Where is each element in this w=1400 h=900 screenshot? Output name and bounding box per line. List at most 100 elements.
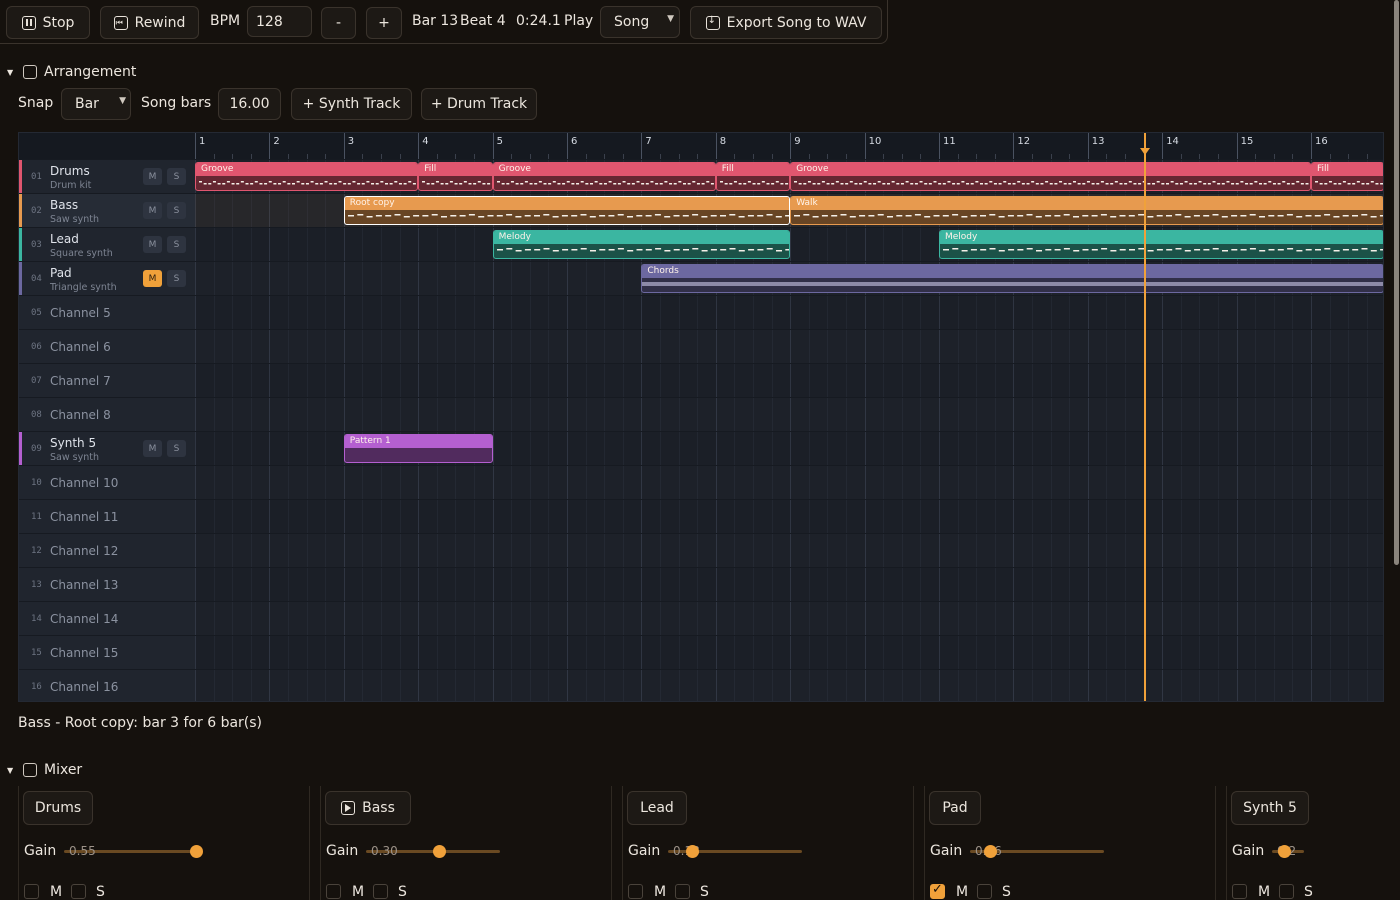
pattern-clip[interactable]: Groove: [790, 162, 1311, 191]
note-mark: [808, 181, 812, 183]
track-solo-button[interactable]: S: [167, 440, 186, 457]
gain-slider-knob[interactable]: [686, 845, 699, 858]
timeline-ruler[interactable]: 1 2 3 4 5 6 7 8 9 10 11 12 13 14 15 16: [19, 133, 1383, 159]
gain-slider-knob[interactable]: [190, 845, 203, 858]
arrangement-grid[interactable]: 1 2 3 4 5 6 7 8 9 10 11 12 13 14 15 16 01 Drums Drum kit M…: [18, 132, 1384, 702]
pattern-clip[interactable]: Melody: [939, 230, 1383, 259]
stop-button[interactable]: Stop: [6, 6, 90, 39]
track-header[interactable]: 02 Bass Saw synth M S: [19, 194, 195, 228]
track-header[interactable]: 16 Channel 16: [19, 670, 195, 701]
track-row[interactable]: 15 Channel 15: [19, 635, 1383, 670]
pattern-clip[interactable]: Fill: [1311, 162, 1383, 191]
note-mark: [980, 249, 987, 251]
mixer-channel-button[interactable]: Bass: [325, 791, 411, 825]
track-header[interactable]: 06 Channel 6: [19, 330, 195, 364]
pattern-clip[interactable]: Walk: [790, 196, 1383, 225]
solo-checkbox[interactable]: [373, 884, 388, 899]
add-synth-track-button[interactable]: + Synth Track: [291, 88, 412, 120]
bpm-decrement-button[interactable]: -: [321, 7, 356, 39]
pattern-clip[interactable]: Pattern 1: [343, 434, 493, 463]
note-mark: [505, 248, 512, 250]
track-header[interactable]: 05 Channel 5: [19, 296, 195, 330]
track-row[interactable]: 07 Channel 7: [19, 363, 1383, 398]
track-header[interactable]: 14 Channel 14: [19, 602, 195, 636]
track-header[interactable]: 11 Channel 11: [19, 500, 195, 534]
pattern-clip[interactable]: Chords: [641, 264, 1383, 293]
playhead-marker-icon[interactable]: [1139, 148, 1150, 155]
snap-select[interactable]: Bar ▼: [61, 88, 131, 120]
rewind-button[interactable]: ⏮ Rewind: [100, 6, 199, 39]
track-header[interactable]: 15 Channel 15: [19, 636, 195, 670]
gain-slider-knob[interactable]: [1278, 845, 1291, 858]
track-solo-button[interactable]: S: [167, 236, 186, 253]
mute-checkbox[interactable]: [628, 884, 643, 899]
track-solo-button[interactable]: S: [167, 168, 186, 185]
bpm-input[interactable]: 128: [247, 6, 312, 37]
clip-header: [940, 231, 1383, 244]
track-row[interactable]: 05 Channel 5: [19, 295, 1383, 330]
pattern-clip[interactable]: Groove: [195, 162, 419, 191]
mixer-channel-button[interactable]: Drums: [23, 791, 93, 825]
track-row[interactable]: 10 Channel 10: [19, 465, 1383, 500]
bpm-increment-button[interactable]: +: [366, 7, 402, 39]
pattern-clip[interactable]: Fill: [418, 162, 493, 191]
track-header[interactable]: 13 Channel 13: [19, 568, 195, 602]
track-header[interactable]: 08 Channel 8: [19, 398, 195, 432]
track-row[interactable]: 11 Channel 11: [19, 499, 1383, 534]
mixer-channel-button[interactable]: Synth 5: [1231, 791, 1309, 825]
mixer-channel-button[interactable]: Pad: [929, 791, 981, 825]
add-drum-track-button[interactable]: + Drum Track: [421, 88, 537, 120]
track-header[interactable]: 07 Channel 7: [19, 364, 195, 398]
track-row[interactable]: 09 Synth 5 Saw synth M S Pattern 1: [19, 431, 1383, 466]
track-header[interactable]: 10 Channel 10: [19, 466, 195, 500]
track-mute-button[interactable]: M: [143, 236, 162, 253]
solo-checkbox[interactable]: [71, 884, 86, 899]
track-row[interactable]: 14 Channel 14: [19, 601, 1383, 636]
track-header[interactable]: 09 Synth 5 Saw synth M S: [19, 432, 195, 466]
mute-checkbox[interactable]: [1232, 884, 1247, 899]
mute-checkbox[interactable]: [326, 884, 341, 899]
track-mute-button[interactable]: M: [143, 202, 162, 219]
collapse-arrangement-icon[interactable]: ▼: [7, 68, 13, 77]
song-bars-input[interactable]: 16.00: [218, 88, 281, 120]
pattern-clip[interactable]: Melody: [492, 230, 791, 259]
solo-checkbox[interactable]: [977, 884, 992, 899]
note-mark: [570, 249, 577, 251]
track-row[interactable]: 12 Channel 12: [19, 533, 1383, 568]
solo-checkbox[interactable]: [1279, 884, 1294, 899]
track-header[interactable]: 04 Pad Triangle synth M S: [19, 262, 195, 296]
note-mark: [636, 215, 643, 217]
pattern-clip[interactable]: Root copy: [343, 196, 791, 225]
mute-checkbox[interactable]: ✓: [930, 882, 945, 899]
track-row[interactable]: 04 Pad Triangle synth M S Chords: [19, 261, 1383, 296]
track-mute-button[interactable]: M: [143, 440, 162, 457]
export-wav-button[interactable]: ↓ Export Song to WAV: [690, 6, 882, 39]
track-row[interactable]: 08 Channel 8: [19, 397, 1383, 432]
collapse-mixer-icon[interactable]: ▼: [7, 766, 13, 775]
track-solo-button[interactable]: S: [167, 202, 186, 219]
track-header[interactable]: 12 Channel 12: [19, 534, 195, 568]
vertical-scrollbar[interactable]: [1394, 0, 1399, 565]
track-header[interactable]: 01 Drums Drum kit M S: [19, 160, 195, 194]
track-row[interactable]: 03 Lead Square synth M S Melody Melody: [19, 227, 1383, 262]
track-row[interactable]: 06 Channel 6: [19, 329, 1383, 364]
track-header[interactable]: 03 Lead Square synth M S: [19, 228, 195, 262]
track-row[interactable]: 01 Drums Drum kit M S Groove Fill Groove Fill Gro…: [19, 159, 1383, 194]
track-mute-button[interactable]: M: [143, 270, 162, 287]
playback-mode-select[interactable]: Song ▼: [600, 6, 680, 38]
track-solo-button[interactable]: S: [167, 270, 186, 287]
gain-slider-knob[interactable]: [984, 845, 997, 858]
track-row[interactable]: 13 Channel 13: [19, 567, 1383, 602]
solo-checkbox[interactable]: [675, 884, 690, 899]
track-row[interactable]: 16 Channel 16: [19, 669, 1383, 701]
note-mark: [515, 216, 522, 218]
gain-slider-knob[interactable]: [433, 845, 446, 858]
mute-checkbox[interactable]: [24, 884, 39, 899]
playhead[interactable]: [1143, 133, 1146, 701]
track-row[interactable]: 02 Bass Saw synth M S Root copy Walk: [19, 193, 1383, 228]
track-mute-button[interactable]: M: [143, 168, 162, 185]
note-mark: [682, 183, 686, 185]
pattern-clip[interactable]: Fill: [715, 162, 791, 191]
pattern-clip[interactable]: Groove: [492, 162, 716, 191]
mixer-channel-button[interactable]: Lead: [627, 791, 687, 825]
